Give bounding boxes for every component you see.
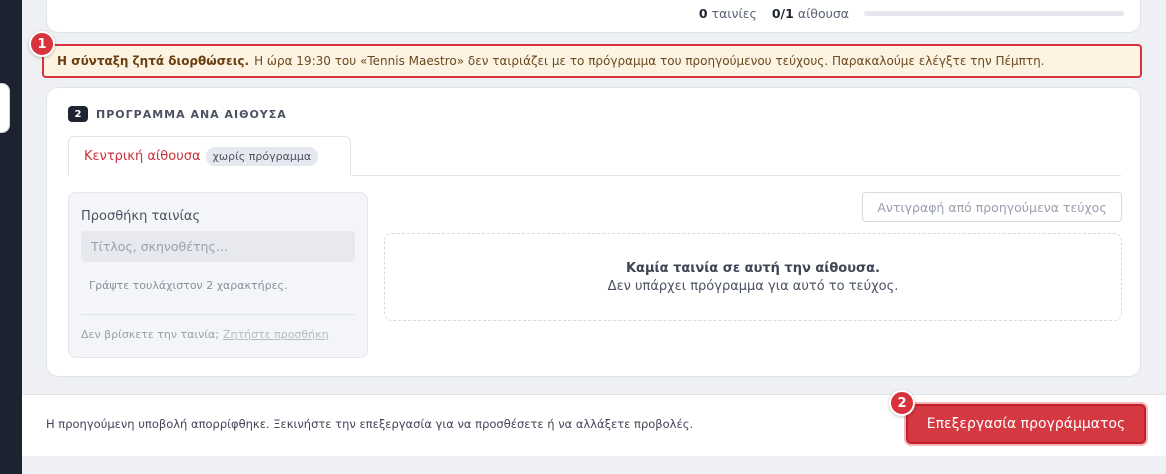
alert-title: Η σύνταξη ζητά διορθώσεις. [57, 54, 250, 68]
tab-main-room[interactable]: Κεντρική αίθουσα χωρίς πρόγραμμα [68, 136, 351, 176]
correction-alert: Η σύνταξη ζητά διορθώσεις. Η ώρα 19:30 τ… [42, 44, 1142, 78]
section-header: 2 ΠΡΟΓΡΑΜΜΑ ΑΝΑ ΑΙΘΟΥΣΑ [68, 106, 287, 122]
summary-stats: 0 ταινίες 0/1 αίθουσα [699, 6, 1124, 21]
panel-divider [81, 314, 355, 315]
sidebar-collapse-handle[interactable] [0, 83, 10, 133]
rooms-label: αίθουσα [797, 6, 849, 21]
films-label: ταινίες [711, 6, 757, 21]
schedule-card: 2 ΠΡΟΓΡΑΜΜΑ ΑΝΑ ΑΙΘΟΥΣΑ Κεντρική αίθουσα… [46, 87, 1141, 377]
rejection-notice: Η προηγούμενη υποβολή απορρίφθηκε. Ξεκιν… [46, 417, 694, 431]
rooms-count: 0/1 [771, 6, 794, 21]
copy-from-previous-button[interactable]: Αντιγραφή από προηγούμενα τεύχος [862, 192, 1122, 222]
annotation-marker-2: 2 [889, 390, 915, 416]
empty-schedule-state: Καμία ταινία σε αυτή την αίθουσα. Δεν υπ… [384, 233, 1122, 321]
section-title: ΠΡΟΓΡΑΜΜΑ ΑΝΑ ΑΙΘΟΥΣΑ [96, 107, 287, 121]
step-number-badge: 2 [68, 106, 88, 122]
annotation-marker-1: 1 [29, 31, 55, 57]
add-film-title: Προσθήκη ταινίας [81, 209, 201, 224]
missing-film-text: Δεν βρίσκετε την ταινία; [81, 328, 219, 341]
film-search-input[interactable] [81, 231, 355, 262]
no-schedule-badge: χωρίς πρόγραμμα [205, 146, 319, 166]
rooms-progress-bar [864, 11, 1124, 16]
add-film-panel: Προσθήκη ταινίας Γράψτε τουλάχιστον 2 χα… [68, 192, 368, 358]
empty-state-title: Καμία ταινία σε αυτή την αίθουσα. [625, 261, 880, 276]
action-footer: Η προηγούμενη υποβολή απορρίφθηκε. Ξεκιν… [22, 394, 1166, 456]
films-count: 0 [698, 6, 708, 21]
alert-message: Η ώρα 19:30 του «Tennis Maestro» δεν ται… [254, 54, 1045, 68]
missing-film-note: Δεν βρίσκετε την ταινία; Ζητήστε προσθήκη [81, 328, 329, 341]
min-chars-hint: Γράψτε τουλάχιστον 2 χαρακτήρες. [89, 279, 288, 292]
empty-state-subtitle: Δεν υπάρχει πρόγραμμα για αυτό το τεύχος… [607, 279, 899, 294]
sidebar-rail [0, 0, 22, 474]
edit-schedule-button[interactable]: Επεξεργασία προγράμματος [906, 404, 1146, 444]
request-addition-link[interactable]: Ζητήστε προσθήκη [223, 328, 329, 341]
summary-card: 0 ταινίες 0/1 αίθουσα [46, 0, 1141, 33]
tab-label: Κεντρική αίθουσα [84, 148, 201, 164]
